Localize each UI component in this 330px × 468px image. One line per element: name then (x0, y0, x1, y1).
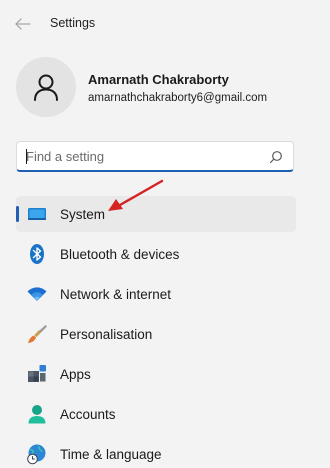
apps-icon (26, 363, 48, 385)
nav-item-label: Personalisation (60, 327, 153, 342)
person-icon (34, 74, 58, 101)
nav-item-label: System (60, 207, 106, 222)
annotation-arrow (108, 179, 164, 211)
nav-item-time-language[interactable]: Time & language (16, 436, 296, 468)
time-language-icon (26, 443, 48, 465)
wifi-icon (26, 283, 48, 305)
settings-nav: System Bluetooth & devices Network & int… (16, 196, 296, 468)
nav-item-label: Time & language (60, 447, 162, 462)
avatar[interactable] (16, 57, 76, 117)
accounts-icon (26, 403, 48, 425)
title-bar: Settings (0, 0, 330, 48)
nav-item-label: Bluetooth & devices (60, 247, 180, 262)
user-name: Amarnath Chakraborty (88, 72, 229, 87)
nav-item-label: Network & internet (60, 287, 172, 302)
back-button[interactable] (12, 13, 34, 35)
nav-item-bluetooth[interactable]: Bluetooth & devices (16, 236, 296, 272)
search-icon[interactable] (269, 150, 283, 164)
system-icon (26, 203, 48, 225)
nav-item-personalisation[interactable]: Personalisation (16, 316, 296, 352)
user-profile[interactable]: Amarnath Chakraborty amarnathchakraborty… (16, 57, 326, 119)
bluetooth-icon (26, 243, 48, 265)
nav-item-apps[interactable]: Apps (16, 356, 296, 392)
window-title: Settings (50, 16, 96, 30)
nav-item-network[interactable]: Network & internet (16, 276, 296, 312)
user-email: amarnathchakraborty6@gmail.com (88, 92, 268, 104)
nav-item-label: Accounts (60, 407, 116, 422)
search-input[interactable] (26, 147, 256, 166)
back-arrow-icon (15, 18, 31, 30)
nav-item-accounts[interactable]: Accounts (16, 396, 296, 432)
settings-window: Settings Amarnath Chakraborty amarnathch… (0, 0, 330, 468)
search-box[interactable] (16, 141, 294, 172)
brush-icon (26, 323, 48, 345)
nav-item-label: Apps (60, 367, 91, 382)
selection-indicator (16, 206, 19, 222)
